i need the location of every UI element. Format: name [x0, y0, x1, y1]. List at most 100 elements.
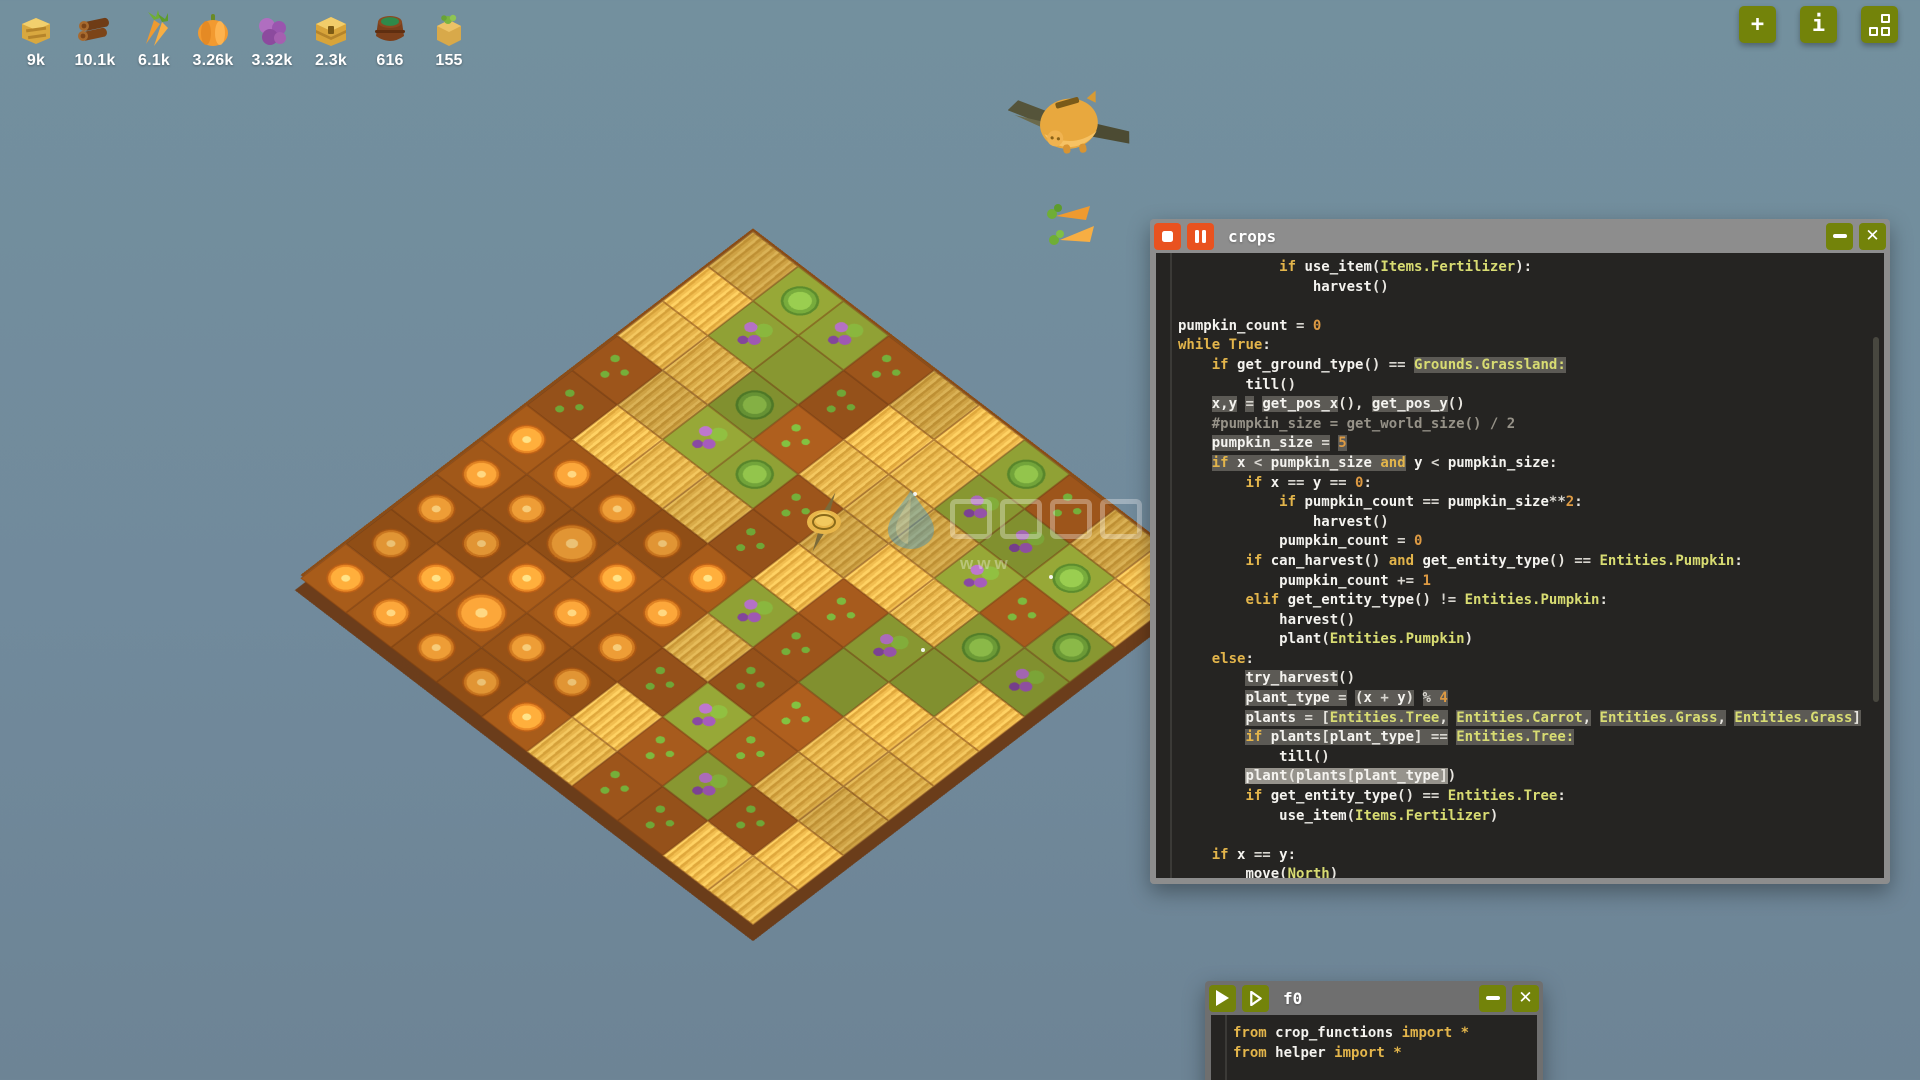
code-line: harvest()	[1178, 513, 1880, 533]
stop-icon	[1162, 231, 1173, 242]
resource-count: 3.32k	[251, 52, 292, 70]
minimize-button[interactable]	[1826, 223, 1853, 250]
code-line: if use_item(Items.Fertilizer):	[1178, 258, 1880, 278]
code-line: while True:	[1178, 336, 1880, 356]
resource-carrot: 6.1k	[130, 8, 178, 70]
carrot-icon	[134, 8, 174, 50]
resource-count: 616	[376, 52, 403, 70]
window-title: f0	[1283, 989, 1302, 1008]
resource-bar: 9k 10.1k 6.1k 3.26k	[12, 8, 473, 70]
resource-count: 3.26k	[192, 52, 233, 70]
resource-hay: 9k	[12, 8, 60, 70]
wood-icon	[75, 8, 115, 50]
close-icon: ✕	[1865, 228, 1879, 245]
step-button[interactable]	[1242, 985, 1269, 1012]
run-button[interactable]	[1209, 985, 1236, 1012]
code-line: #pumpkin_size = get_world_size() / 2	[1178, 415, 1880, 435]
code-line: if can_harvest() and get_entity_type() =…	[1178, 552, 1880, 572]
minimize-icon	[1833, 234, 1847, 238]
resource-fertilizer: 155	[425, 8, 473, 70]
crops-code-editor[interactable]: if use_item(Items.Fertilizer): harvest()…	[1156, 253, 1884, 878]
code-line	[1178, 826, 1880, 846]
code-line: plant_type = (x + y) % 4	[1178, 689, 1880, 709]
play-outline-icon	[1249, 991, 1262, 1006]
particle-dot	[921, 648, 925, 652]
resource-barrel: 616	[366, 8, 414, 70]
scrollbar-thumb[interactable]	[1873, 337, 1879, 702]
watermark-url: www	[960, 554, 1152, 574]
windows-layout-button[interactable]	[1861, 6, 1898, 43]
code-line: pumpkin_count = 0	[1178, 317, 1880, 337]
code-line: elif get_entity_type() != Entities.Pumpk…	[1178, 591, 1880, 611]
window-title: crops	[1228, 227, 1276, 246]
resource-count: 9k	[27, 52, 45, 70]
close-button[interactable]: ✕	[1859, 223, 1886, 250]
windows-icon	[1869, 14, 1891, 36]
resource-count: 6.1k	[138, 52, 170, 70]
f0-code-editor[interactable]: from crop_functions import *from helper …	[1211, 1015, 1537, 1080]
farmer-hat-icon	[788, 488, 860, 558]
resource-count: 10.1k	[74, 52, 115, 70]
code-line: plant(plants[plant_type])	[1178, 767, 1880, 787]
resource-berry: 3.32k	[248, 8, 296, 70]
code-line: harvest()	[1178, 611, 1880, 631]
play-icon	[1216, 990, 1229, 1006]
code-window-crops: crops ✕ if use_item(Items.Fertilizer): h…	[1150, 219, 1890, 884]
info-button[interactable]: i	[1800, 6, 1837, 43]
add-window-button[interactable]: +	[1739, 6, 1776, 43]
farm-view[interactable]	[308, 230, 1198, 920]
chest-icon	[311, 8, 351, 50]
resource-wood: 10.1k	[71, 8, 119, 70]
resource-count: 2.3k	[315, 52, 347, 70]
code-line: till()	[1178, 748, 1880, 768]
code-line: pumpkin_size = 5	[1178, 434, 1880, 454]
hud-buttons: + i	[1739, 6, 1898, 43]
drone-icon	[1008, 80, 1130, 180]
minimize-icon	[1486, 996, 1500, 1000]
code-line: x,y = get_pos_x(), get_pos_y()	[1178, 395, 1880, 415]
code-line: if get_entity_type() == Entities.Tree:	[1178, 787, 1880, 807]
fertilizer-icon	[429, 8, 469, 50]
resource-gold-chest: 2.3k	[307, 8, 355, 70]
code-line: plants = [Entities.Tree, Entities.Carrot…	[1178, 709, 1880, 729]
stop-button[interactable]	[1154, 223, 1181, 250]
code-line: from crop_functions import *	[1233, 1024, 1533, 1044]
code-line: if get_ground_type() == Grounds.Grasslan…	[1178, 356, 1880, 376]
code-line: else:	[1178, 650, 1880, 670]
crops-frame: if use_item(Items.Fertilizer): harvest()…	[1150, 253, 1890, 884]
barrel-icon	[370, 8, 410, 50]
code-line: if plants[plant_type] == Entities.Tree:	[1178, 728, 1880, 748]
code-line: from helper import *	[1233, 1044, 1533, 1064]
code-line: if x == y == 0:	[1178, 474, 1880, 494]
pumpkin-icon	[193, 8, 233, 50]
code-line: use_item(Items.Fertilizer)	[1178, 807, 1880, 827]
code-line: pumpkin_count += 1	[1178, 572, 1880, 592]
farm-grid	[300, 228, 1205, 921]
close-icon: ✕	[1518, 990, 1532, 1007]
code-line: if pumpkin_count == pumpkin_size**2:	[1178, 493, 1880, 513]
code-line: if x == y:	[1178, 846, 1880, 866]
f0-frame: from crop_functions import *from helper …	[1205, 1015, 1543, 1080]
pause-button[interactable]	[1187, 223, 1214, 250]
code-line: till()	[1178, 376, 1880, 396]
code-line: pumpkin_count = 0	[1178, 532, 1880, 552]
f0-titlebar[interactable]: f0 ✕	[1205, 981, 1543, 1015]
code-line	[1178, 297, 1880, 317]
code-line: move(North)	[1178, 865, 1880, 878]
watermark-drop-icon	[882, 488, 940, 550]
minimize-button[interactable]	[1479, 985, 1506, 1012]
particle-dot	[1049, 575, 1053, 579]
resource-pumpkin: 3.26k	[189, 8, 237, 70]
crops-titlebar[interactable]: crops ✕	[1150, 219, 1890, 253]
watermark-glyphs	[950, 499, 1142, 539]
code-line: try_harvest()	[1178, 669, 1880, 689]
watermark: www	[882, 488, 1152, 572]
pause-icon	[1195, 230, 1206, 243]
code-line: harvest()	[1178, 278, 1880, 298]
code-line: if x < pumpkin_size and y < pumpkin_size…	[1178, 454, 1880, 474]
resource-count: 155	[435, 52, 462, 70]
berry-icon	[252, 8, 292, 50]
code-window-f0: f0 ✕ from crop_functions import *from he…	[1205, 981, 1543, 1080]
close-button[interactable]: ✕	[1512, 985, 1539, 1012]
hay-icon	[16, 8, 56, 50]
